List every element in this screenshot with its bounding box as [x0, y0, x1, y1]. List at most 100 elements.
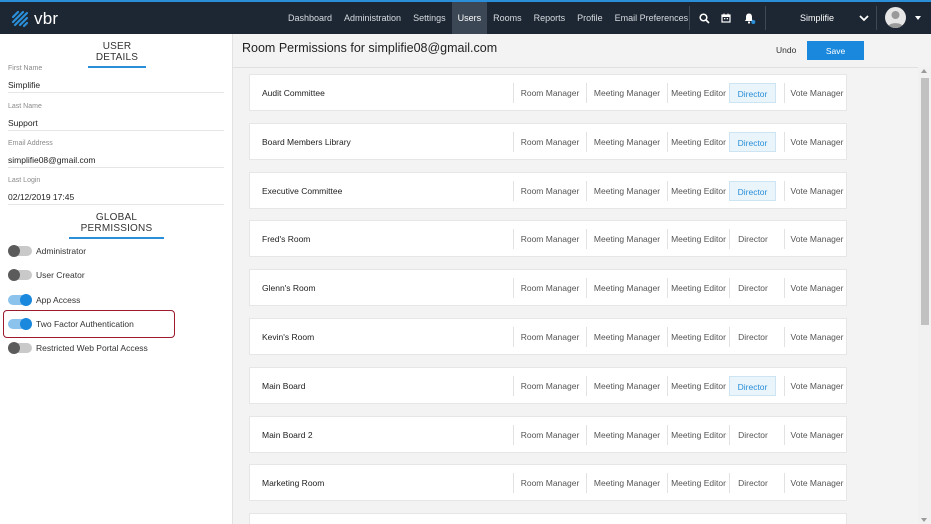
permission-row: User Creator: [8, 268, 85, 282]
calendar-icon[interactable]: [719, 11, 733, 25]
field-value: simplifie08@gmail.com: [8, 155, 224, 168]
save-button[interactable]: Save: [807, 41, 864, 60]
role-option-room-manager[interactable]: Room Manager: [513, 83, 586, 103]
role-option-meeting-editor[interactable]: Meeting Editor: [667, 375, 729, 396]
room-name: Fred's Room: [262, 234, 311, 245]
room-name: Audit Committee: [262, 88, 325, 98]
role-option-meeting-editor[interactable]: Meeting Editor: [667, 180, 729, 201]
role-option-vote-manager[interactable]: Vote Manager: [784, 83, 849, 103]
role-option-room-manager[interactable]: Room Manager: [513, 229, 586, 250]
role-option-vote-manager[interactable]: Vote Manager: [784, 229, 849, 250]
scrollbar[interactable]: [918, 67, 931, 524]
role-option-room-manager[interactable]: Room Manager: [513, 278, 586, 299]
scroll-up-icon[interactable]: [921, 69, 927, 73]
role-option-room-manager[interactable]: Room Manager: [513, 327, 586, 347]
role-option-meeting-editor[interactable]: Meeting Editor: [667, 278, 729, 299]
role-option-meeting-manager[interactable]: Meeting Manager: [586, 131, 667, 152]
nav-divider: [765, 6, 766, 30]
role-option-director[interactable]: Director: [729, 278, 776, 299]
role-option-room-manager[interactable]: Room Manager: [513, 375, 586, 396]
undo-button[interactable]: Undo: [776, 45, 796, 55]
scroll-down-icon[interactable]: [921, 518, 927, 522]
bell-icon[interactable]: [742, 11, 756, 25]
room-row: Board Members Library Room Manager Meeting…: [249, 122, 849, 160]
role-option-meeting-manager[interactable]: Meeting Manager: [586, 424, 667, 445]
field-label: Last Name: [8, 103, 42, 110]
logo[interactable]: vbr: [11, 9, 58, 29]
role-option-meeting-editor[interactable]: Meeting Editor: [667, 131, 729, 152]
role-option-meeting-manager[interactable]: Meeting Manager: [586, 375, 667, 396]
room-name: Glenn's Room: [262, 283, 316, 294]
nav-item-reports[interactable]: Reports: [528, 2, 572, 34]
role-option-room-manager[interactable]: Room Manager: [513, 473, 586, 494]
room-permissions-list: Audit Committee Room Manager Meeting Manag…: [233, 67, 918, 524]
nav-item-users[interactable]: Users: [451, 2, 488, 34]
toggle-knob: [20, 293, 32, 306]
avatar[interactable]: [885, 7, 906, 28]
role-option-director[interactable]: Director: [729, 473, 776, 494]
nav-item-rooms[interactable]: Rooms: [487, 2, 528, 34]
user-menu-name[interactable]: Simplifie: [800, 2, 834, 34]
user-sidebar: USER DETAILS First Name Simplifie Last Nam…: [0, 34, 233, 524]
role-option-vote-manager[interactable]: Vote Manager: [784, 327, 849, 347]
permission-label: Restricted Web Portal Access: [36, 343, 148, 354]
room-row: Executive Committee Room Manager Meeting M…: [249, 171, 849, 209]
room-row-partial: [249, 513, 847, 524]
role-option-room-manager[interactable]: Room Manager: [513, 131, 586, 152]
room-row: Fred's Room Room Manager Meeting Manager Me…: [249, 220, 849, 258]
permission-toggle[interactable]: [8, 342, 32, 355]
search-icon[interactable]: [697, 11, 711, 25]
role-option-meeting-manager[interactable]: Meeting Manager: [586, 327, 667, 347]
nav-item-email-preferences[interactable]: Email Preferences: [609, 2, 695, 34]
nav-item-settings[interactable]: Settings: [407, 2, 452, 34]
role-option-director[interactable]: Director: [729, 424, 776, 445]
role-option-director[interactable]: Director: [729, 327, 776, 347]
toggle-knob: [8, 245, 20, 257]
room-row: Main Board Room Manager Meeting Manager Mee…: [249, 366, 849, 404]
scrollbar-thumb[interactable]: [921, 78, 929, 325]
room-name: Executive Committee: [262, 185, 343, 196]
role-option-director[interactable]: Director: [729, 180, 776, 201]
role-option-meeting-manager[interactable]: Meeting Manager: [586, 180, 667, 201]
permission-toggle[interactable]: [8, 293, 32, 306]
toggle-knob: [8, 342, 20, 355]
nav-item-administration[interactable]: Administration: [338, 2, 407, 34]
role-option-meeting-manager[interactable]: Meeting Manager: [586, 83, 667, 103]
top-navigation-bar: vbr Dashboard Administration Settings Users…: [0, 0, 931, 34]
field-value: Support: [8, 118, 224, 131]
page-title: Room Permissions for simplifie08@gmail.c…: [242, 41, 498, 55]
role-option-vote-manager[interactable]: Vote Manager: [784, 180, 849, 201]
role-option-vote-manager[interactable]: Vote Manager: [784, 473, 849, 494]
role-option-meeting-editor[interactable]: Meeting Editor: [667, 424, 729, 445]
role-option-vote-manager[interactable]: Vote Manager: [784, 375, 849, 396]
nav-item-profile[interactable]: Profile: [571, 2, 609, 34]
role-option-vote-manager[interactable]: Vote Manager: [784, 424, 849, 445]
chevron-down-icon[interactable]: [857, 11, 871, 25]
nav-item-dashboard[interactable]: Dashboard: [282, 2, 338, 34]
role-option-meeting-editor[interactable]: Meeting Editor: [667, 229, 729, 250]
role-option-meeting-editor[interactable]: Meeting Editor: [667, 327, 729, 347]
main-nav: Dashboard Administration Settings Users Room…: [282, 2, 694, 34]
avatar-caret-icon[interactable]: [911, 11, 925, 25]
role-option-room-manager[interactable]: Room Manager: [513, 180, 586, 201]
role-option-meeting-manager[interactable]: Meeting Manager: [586, 473, 667, 494]
role-option-director[interactable]: Director: [729, 229, 776, 250]
role-option-meeting-editor[interactable]: Meeting Editor: [667, 473, 729, 494]
room-row: Glenn's Room Room Manager Meeting Manager M…: [249, 269, 849, 307]
role-option-meeting-editor[interactable]: Meeting Editor: [667, 83, 729, 103]
permission-toggle[interactable]: [8, 269, 32, 282]
role-option-meeting-manager[interactable]: Meeting Manager: [586, 229, 667, 250]
logo-text: vbr: [34, 9, 59, 28]
role-option-director[interactable]: Director: [729, 375, 776, 396]
role-option-vote-manager[interactable]: Vote Manager: [784, 278, 849, 299]
highlight-outline: [3, 310, 175, 338]
permission-toggle[interactable]: [8, 245, 32, 257]
room-row: Marketing Room Room Manager Meeting Manage…: [249, 464, 849, 502]
role-option-director[interactable]: Director: [729, 131, 776, 152]
role-option-meeting-manager[interactable]: Meeting Manager: [586, 278, 667, 299]
role-option-vote-manager[interactable]: Vote Manager: [784, 131, 849, 152]
field-value: 02/12/2019 17:45: [8, 192, 224, 205]
room-name: Main Board 2: [262, 429, 313, 440]
role-option-room-manager[interactable]: Room Manager: [513, 424, 586, 445]
role-option-director[interactable]: Director: [729, 83, 776, 103]
